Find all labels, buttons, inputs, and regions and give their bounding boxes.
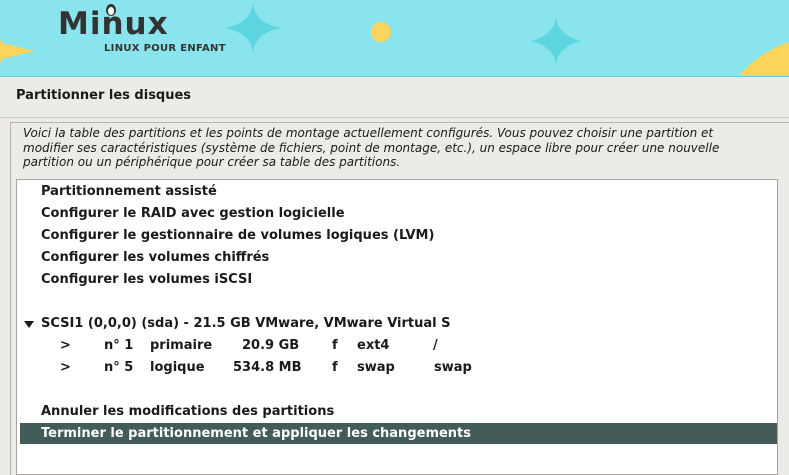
logo-title: Minux bbox=[58, 6, 169, 42]
menu-item-label: Configurer les volumes iSCSI bbox=[41, 272, 253, 287]
logo-subtitle: LINUX POUR ENFANT bbox=[104, 43, 226, 54]
disk-row-sda[interactable]: SCSI1 (0,0,0) (sda) - 21.5 GB VMware, VM… bbox=[20, 313, 777, 334]
menu-item-finish-partitioning[interactable]: Terminer le partitionnement et appliquer… bbox=[20, 423, 777, 444]
partition-number: n° 1 bbox=[104, 338, 134, 353]
menu-item-label: Annuler les modifications des partitions bbox=[41, 404, 335, 419]
menu-item-configure-raid[interactable]: Configurer le RAID avec gestion logiciel… bbox=[20, 203, 777, 224]
partition-arrow: > bbox=[60, 338, 71, 353]
header-banner: Minux LINUX POUR ENFANT bbox=[0, 0, 789, 77]
menu-item-configure-lvm[interactable]: Configurer le gestionnaire de volumes lo… bbox=[20, 225, 777, 246]
description-text: Voici la table des partitions et les poi… bbox=[23, 126, 720, 170]
partition-list[interactable]: Partitionnement assisté Configurer le RA… bbox=[16, 179, 778, 475]
partition-type: primaire bbox=[150, 338, 213, 353]
menu-item-label: Configurer les volumes chiffrés bbox=[41, 250, 270, 265]
hill-decoration-icon bbox=[738, 41, 789, 76]
partition-filesystem: swap bbox=[357, 360, 395, 375]
sparkle-decoration-icon bbox=[530, 17, 582, 65]
sparkle-decoration-icon bbox=[225, 3, 281, 53]
menu-item-undo-changes[interactable]: Annuler les modifications des partitions bbox=[20, 401, 777, 422]
dot-decoration-icon bbox=[371, 22, 391, 42]
partition-arrow: > bbox=[60, 360, 71, 375]
partition-size: 534.8 MB bbox=[233, 360, 302, 375]
menu-item-label: Terminer le partitionnement et appliquer… bbox=[41, 426, 472, 441]
menu-item-configure-encrypted[interactable]: Configurer les volumes chiffrés bbox=[20, 247, 777, 268]
partition-number: n° 5 bbox=[104, 360, 134, 375]
divider bbox=[0, 117, 789, 118]
menu-item-label: Partitionnement assisté bbox=[41, 184, 217, 199]
page-title: Partitionner les disques bbox=[16, 88, 192, 103]
partition-filesystem: ext4 bbox=[357, 338, 390, 353]
triangle-down-icon bbox=[24, 321, 34, 328]
menu-item-label: Configurer le RAID avec gestion logiciel… bbox=[41, 206, 345, 221]
partition-flag: f bbox=[332, 338, 338, 353]
star-decoration-icon bbox=[0, 38, 35, 64]
menu-item-configure-iscsi[interactable]: Configurer les volumes iSCSI bbox=[20, 269, 777, 290]
menu-item-guided-partitioning[interactable]: Partitionnement assisté bbox=[20, 181, 777, 202]
partition-flag: f bbox=[332, 360, 338, 375]
menu-item-label: Configurer le gestionnaire de volumes lo… bbox=[41, 228, 435, 243]
partition-row[interactable]: > n° 5 logique 534.8 MB f swap swap bbox=[20, 357, 777, 378]
partition-mountpoint: / bbox=[433, 338, 438, 353]
partition-mountpoint: swap bbox=[434, 360, 472, 375]
partition-type: logique bbox=[150, 360, 205, 375]
partition-row[interactable]: > n° 1 primaire 20.9 GB f ext4 / bbox=[20, 335, 777, 356]
disk-label: SCSI1 (0,0,0) (sda) - 21.5 GB VMware, VM… bbox=[41, 316, 451, 331]
partition-size: 20.9 GB bbox=[242, 338, 300, 353]
